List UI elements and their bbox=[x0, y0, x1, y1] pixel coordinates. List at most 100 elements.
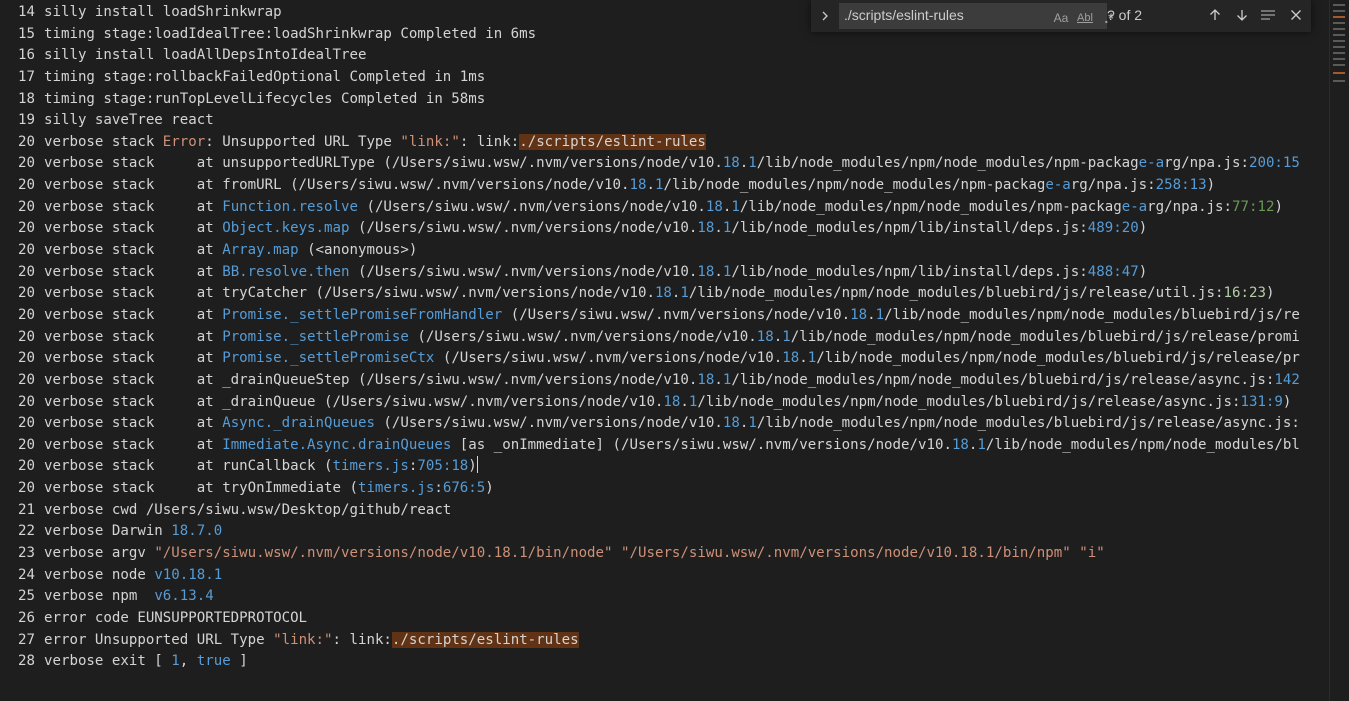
code-line[interactable]: 20 verbose stack at unsupportedURLType (/… bbox=[0, 153, 1329, 175]
token: 18 bbox=[850, 306, 868, 323]
find-input[interactable]: ./scripts/eslint-rules Aa Abl .* bbox=[839, 3, 1114, 29]
line-number: 19 bbox=[18, 112, 35, 129]
token: : Unsupported URL Type bbox=[205, 133, 401, 150]
line-text: verbose stack at fromURL (/Users/siwu.ws… bbox=[44, 175, 1215, 197]
token: (/Users/siwu.wsw/.nvm/versions/node/v10. bbox=[502, 306, 851, 323]
match-whole-word-toggle[interactable]: Abl bbox=[1074, 8, 1096, 28]
code-line[interactable]: 20 verbose stack Error: Unsupported URL T… bbox=[0, 132, 1329, 154]
line-text: silly install loadAllDepsIntoIdealTree bbox=[44, 45, 366, 67]
token: BB.resolve.then bbox=[222, 263, 350, 280]
token: /lib/node_modules/npm/node_modules/blueb… bbox=[790, 328, 1300, 345]
token: ) bbox=[1206, 177, 1216, 194]
code-line[interactable]: 21 verbose cwd /Users/siwu.wsw/Desktop/gi… bbox=[0, 500, 1329, 522]
code-line[interactable]: 20 verbose stack at runCallback (timers.j… bbox=[0, 456, 1329, 478]
code-line[interactable]: 18 timing stage:runTopLevelLifecycles Com… bbox=[0, 89, 1329, 111]
line-number: 15 bbox=[18, 25, 35, 42]
code-line[interactable]: 20 verbose stack at Promise._settlePromis… bbox=[0, 348, 1329, 370]
token: Object.keys.map bbox=[222, 220, 350, 237]
token: 18 bbox=[629, 177, 647, 194]
token: verbose stack at bbox=[44, 350, 223, 367]
token: /lib/node_modules/npm/node_modules/npm-p… bbox=[739, 198, 1122, 215]
line-number: 20 bbox=[18, 350, 35, 367]
token: true bbox=[196, 653, 231, 670]
token: verbose npm bbox=[44, 588, 155, 605]
match-case-toggle[interactable]: Aa bbox=[1050, 8, 1072, 28]
close-find-button[interactable] bbox=[1285, 4, 1307, 26]
token: (/Users/siwu.wsw/.nvm/versions/node/v10. bbox=[349, 263, 698, 280]
token: timing stage:runTopLevelLifecycles Compl… bbox=[44, 90, 486, 107]
toggle-replace-button[interactable] bbox=[816, 5, 834, 27]
token: Error bbox=[162, 133, 206, 150]
line-number: 20 bbox=[18, 198, 35, 215]
token: /lib/node_modules/npm/node_modules/blueb… bbox=[731, 371, 1275, 388]
editor[interactable]: 14 silly install loadShrinkwrap 15 timing s… bbox=[0, 0, 1329, 701]
code-lines[interactable]: 14 silly install loadShrinkwrap 15 timing s… bbox=[0, 2, 1329, 673]
line-text: verbose exit [ 1, true ] bbox=[44, 651, 248, 673]
previous-match-button[interactable] bbox=[1204, 4, 1226, 26]
token: /lib/node_modules/npm/node_modules/blueb… bbox=[884, 306, 1300, 323]
token: verbose stack at bbox=[44, 263, 223, 280]
token: . bbox=[773, 328, 783, 345]
code-line[interactable]: 20 verbose stack at fromURL (/Users/siwu.… bbox=[0, 175, 1329, 197]
token: . bbox=[799, 350, 808, 367]
code-line[interactable]: 20 verbose stack at Function.resolve (/Us… bbox=[0, 197, 1329, 219]
line-number: 14 bbox=[18, 4, 35, 20]
code-line[interactable]: 20 verbose stack at Object.keys.map (/Use… bbox=[0, 218, 1329, 240]
token: /lib/node_modules/npm/node_modules/blueb… bbox=[697, 393, 1241, 410]
token: 18 bbox=[697, 371, 715, 388]
token: (/Users/siwu.wsw/.nvm/versions/node/v10. bbox=[357, 198, 706, 215]
code-line[interactable]: 20 verbose stack at tryOnImmediate (timer… bbox=[0, 478, 1329, 500]
code-line[interactable]: 23 verbose argv "/Users/siwu.wsw/.nvm/ver… bbox=[0, 543, 1329, 565]
code-line[interactable]: 20 verbose stack at Async._drainQueues (/… bbox=[0, 413, 1329, 435]
line-text: verbose stack at Async._drainQueues (/Us… bbox=[44, 413, 1300, 435]
token: timing stage:rollbackFailedOptional Comp… bbox=[44, 68, 486, 85]
line-text: verbose npm v6.13.4 bbox=[44, 586, 214, 608]
code-line[interactable]: 20 verbose stack at Immediate.Async.drain… bbox=[0, 435, 1329, 457]
line-text: timing stage:rollbackFailedOptional Comp… bbox=[44, 67, 485, 89]
token: Promise._settlePromise bbox=[222, 328, 409, 345]
token: /lib/node_modules/npm/node_modules/blueb… bbox=[816, 350, 1300, 367]
token: Function.resolve bbox=[222, 198, 358, 215]
token: verbose stack at unsupportedURLType (/Us… bbox=[44, 155, 723, 172]
token: e-a bbox=[1045, 177, 1071, 194]
code-line[interactable]: 20 verbose stack at _drainQueueStep (/Use… bbox=[0, 370, 1329, 392]
code-line[interactable]: 20 verbose stack at Array.map (<anonymous… bbox=[0, 240, 1329, 262]
token: verbose exit [ bbox=[44, 653, 172, 670]
token: 142 bbox=[1274, 371, 1300, 388]
line-number: 20 bbox=[18, 458, 35, 475]
code-line[interactable]: 24 verbose node v10.18.1 bbox=[0, 565, 1329, 587]
scrollbar-overview-marks bbox=[1333, 0, 1345, 90]
code-line[interactable]: 26 error code EUNSUPPORTEDPROTOCOL bbox=[0, 608, 1329, 630]
token: (/Users/siwu.wsw/.nvm/versions/node/v10. bbox=[374, 415, 723, 432]
vertical-scrollbar[interactable] bbox=[1329, 0, 1349, 701]
token: . bbox=[646, 177, 655, 194]
code-line[interactable]: 17 timing stage:rollbackFailedOptional Co… bbox=[0, 67, 1329, 89]
code-line[interactable]: 27 error Unsupported URL Type "link:": li… bbox=[0, 630, 1329, 652]
token: 1 bbox=[782, 328, 791, 345]
token: 258:13 bbox=[1155, 177, 1207, 194]
token: 705:18 bbox=[417, 458, 469, 475]
token: . bbox=[714, 263, 723, 280]
code-line[interactable]: 20 verbose stack at _drainQueue (/Users/s… bbox=[0, 392, 1329, 414]
code-line[interactable]: 20 verbose stack at Promise._settlePromis… bbox=[0, 305, 1329, 327]
code-line[interactable]: 16 silly install loadAllDepsIntoIdealTree bbox=[0, 45, 1329, 67]
token: ) bbox=[1265, 285, 1275, 302]
find-in-selection-button[interactable] bbox=[1257, 4, 1279, 26]
code-line[interactable]: 20 verbose stack at Promise._settlePromis… bbox=[0, 327, 1329, 349]
token: 1 bbox=[748, 415, 757, 432]
code-line[interactable]: 22 verbose Darwin 18.7.0 bbox=[0, 521, 1329, 543]
arrow-down-icon bbox=[1237, 10, 1247, 21]
token: ) bbox=[1138, 263, 1148, 280]
line-number: 20 bbox=[18, 371, 35, 388]
code-line[interactable]: 19 silly saveTree react bbox=[0, 110, 1329, 132]
token: ) bbox=[468, 458, 477, 475]
token: e-a bbox=[1121, 198, 1148, 215]
token: 18 bbox=[951, 436, 969, 453]
token: silly install loadAllDepsIntoIdealTree bbox=[44, 47, 367, 64]
code-line[interactable]: 28 verbose exit [ 1, true ] bbox=[0, 651, 1329, 673]
code-line[interactable]: 25 verbose npm v6.13.4 bbox=[0, 586, 1329, 608]
next-match-button[interactable] bbox=[1231, 4, 1253, 26]
token: 18 bbox=[705, 198, 723, 215]
code-line[interactable]: 20 verbose stack at BB.resolve.then (/Use… bbox=[0, 262, 1329, 284]
code-line[interactable]: 20 verbose stack at tryCatcher (/Users/si… bbox=[0, 283, 1329, 305]
